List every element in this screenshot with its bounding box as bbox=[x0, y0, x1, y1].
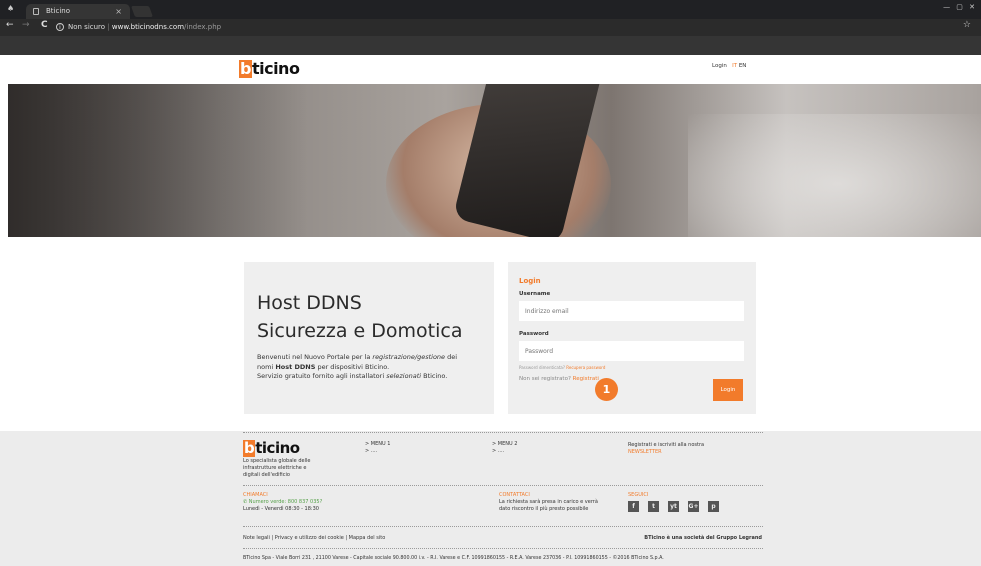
tab-title: Bticino bbox=[46, 7, 71, 15]
footer: bticino Lo specialista globale delle infr… bbox=[0, 431, 981, 566]
info-icon[interactable]: i bbox=[56, 23, 64, 31]
url-path: /index.php bbox=[184, 23, 222, 31]
security-label: Non sicuro bbox=[68, 23, 106, 31]
password-input[interactable] bbox=[519, 341, 744, 361]
facebook-icon[interactable]: f bbox=[628, 501, 639, 512]
login-title: Login bbox=[519, 277, 541, 285]
twitter-icon[interactable]: t bbox=[648, 501, 659, 512]
step-marker-badge: 1 bbox=[595, 378, 618, 401]
incognito-icon: ♠ bbox=[7, 4, 15, 13]
follow-title: SEGUICI bbox=[628, 492, 649, 498]
forgot-password: Password dimenticata? Recupera password bbox=[519, 365, 606, 370]
phone-icon: ✆ bbox=[243, 499, 248, 505]
browser-tab[interactable]: Bticino × bbox=[26, 4, 130, 19]
lang-it-link[interactable]: IT bbox=[732, 63, 737, 69]
address-bar-row: ← → C i Non sicuro | www.bticinodns.com/i… bbox=[0, 19, 981, 36]
intro-panel: Host DDNS Sicurezza e Domotica Benvenuti… bbox=[244, 262, 494, 414]
browser-tab-strip: ♠ Bticino × — ▢ ✕ bbox=[0, 0, 981, 19]
login-link[interactable]: Login bbox=[712, 63, 727, 69]
bookmark-star-icon[interactable]: ☆ bbox=[963, 20, 971, 30]
hero-image bbox=[8, 84, 981, 237]
top-links: Login IT EN bbox=[712, 63, 746, 69]
forward-icon[interactable]: → bbox=[22, 20, 30, 30]
youtube-icon[interactable]: yt bbox=[668, 501, 679, 512]
tab-close-icon[interactable]: × bbox=[115, 4, 122, 19]
page-icon bbox=[33, 8, 39, 15]
footer-tagline: Lo specialista globale delle infrastruttu… bbox=[243, 458, 311, 478]
pinterest-icon[interactable]: p bbox=[708, 501, 719, 512]
password-label: Password bbox=[519, 331, 549, 337]
intro-title: Host DDNS Sicurezza e Domotica bbox=[257, 289, 462, 345]
login-panel: Login Username Password Password dimenti… bbox=[508, 262, 756, 414]
register-row: Non sei registrato? Registrati bbox=[519, 376, 599, 382]
call-block: CHIAMACI ✆ Numero verde: 800 837 035? Lu… bbox=[243, 492, 323, 512]
register-link[interactable]: Registrati bbox=[573, 376, 599, 382]
title-line-1: Host DDNS bbox=[257, 292, 362, 314]
window-controls[interactable]: — ▢ ✕ bbox=[943, 3, 977, 11]
footer-menu-1[interactable]: > MENU 1 > .... bbox=[365, 441, 390, 455]
phone-number[interactable]: Numero verde: 800 837 035? bbox=[249, 499, 322, 505]
footer-menu-2[interactable]: > MENU 2 > .... bbox=[492, 441, 517, 455]
intro-description: Benvenuti nel Nuovo Portale per la regis… bbox=[257, 353, 458, 380]
new-tab-button[interactable] bbox=[130, 6, 154, 17]
newsletter-block: Registrati e iscriviti alla nostra NEWSLE… bbox=[628, 442, 705, 455]
bookmarks-bar bbox=[0, 36, 981, 55]
newsletter-link[interactable]: NEWSLETTER bbox=[628, 449, 662, 455]
lang-en-link[interactable]: EN bbox=[739, 63, 747, 69]
username-input[interactable] bbox=[519, 301, 744, 321]
title-line-2: Sicurezza e Domotica bbox=[257, 320, 463, 342]
logo-text: ticino bbox=[251, 59, 300, 78]
reload-icon[interactable]: C bbox=[41, 20, 48, 30]
login-button[interactable]: Login bbox=[713, 379, 743, 401]
googleplus-icon[interactable]: G+ bbox=[688, 501, 699, 512]
footer-links[interactable]: Note legali | Privacy e utilizzo dei coo… bbox=[243, 535, 385, 542]
back-icon[interactable]: ← bbox=[6, 20, 14, 30]
url-host: www.bticinodns.com bbox=[111, 23, 185, 31]
logo-b: b bbox=[239, 59, 252, 78]
contact-block: CONTATTACI La richiesta sarà presa in ca… bbox=[499, 492, 598, 512]
legal-text: BTicino Spa - Viale Borri 231 , 21100 Va… bbox=[243, 556, 664, 561]
recover-password-link[interactable]: Recupera password bbox=[566, 365, 605, 370]
address-bar[interactable]: i Non sicuro | www.bticinodns.com/index.p… bbox=[56, 21, 221, 34]
username-label: Username bbox=[519, 291, 551, 297]
site-logo[interactable]: bticino bbox=[239, 59, 300, 78]
footer-logo[interactable]: bticino bbox=[243, 440, 300, 457]
legrand-note: BTicino è una società del Gruppo Legrand bbox=[644, 535, 762, 541]
